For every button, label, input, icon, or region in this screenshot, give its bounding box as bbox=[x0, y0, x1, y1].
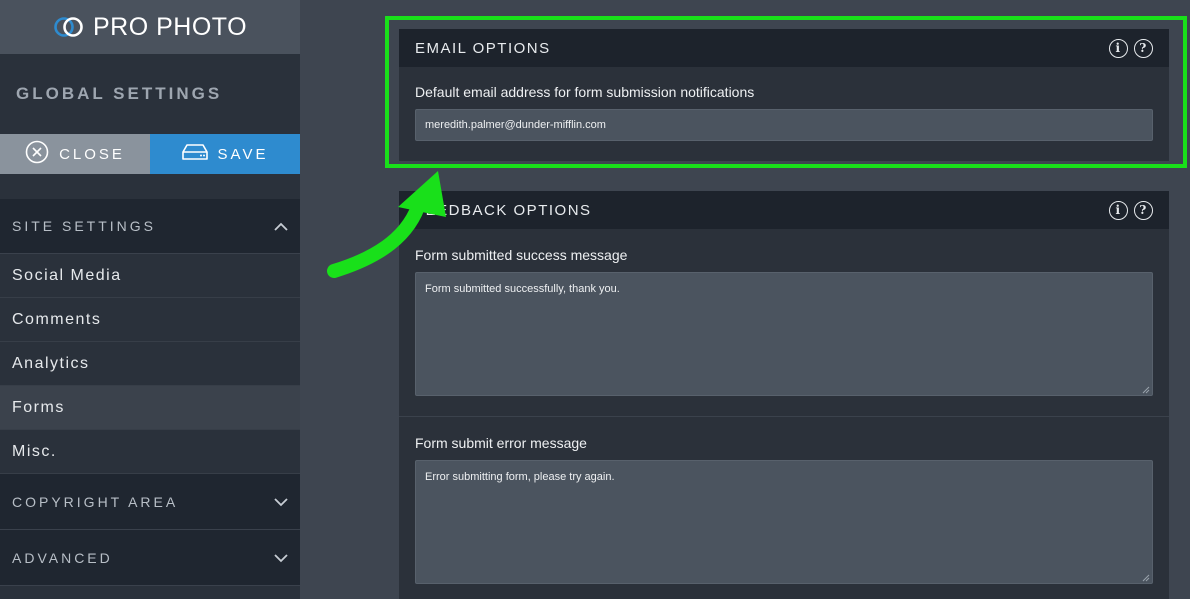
chevron-up-icon bbox=[274, 218, 288, 234]
close-label: CLOSE bbox=[59, 145, 125, 163]
close-icon bbox=[25, 140, 49, 168]
sidebar-item-analytics[interactable]: Analytics bbox=[0, 342, 300, 386]
section-copyright-area[interactable]: COPYRIGHT AREA bbox=[0, 474, 300, 530]
logo-icon bbox=[53, 15, 85, 39]
brand-name: PRO PHOTO bbox=[92, 12, 248, 41]
help-icon[interactable]: ? bbox=[1134, 200, 1153, 220]
save-label: SAVE bbox=[217, 145, 269, 163]
sidebar-item-forms[interactable]: Forms bbox=[0, 386, 300, 430]
sidebar-item-social-media[interactable]: Social Media bbox=[0, 254, 300, 298]
drive-icon bbox=[181, 143, 208, 165]
email-field-group: Default email address for form submissio… bbox=[399, 67, 1169, 141]
sidebar-item-label: Misc. bbox=[12, 442, 57, 460]
sidebar-item-comments[interactable]: Comments bbox=[0, 298, 300, 342]
panel-title: FEEDBACK OPTIONS bbox=[415, 201, 592, 219]
email-options-header: EMAIL OPTIONS i ? bbox=[399, 29, 1169, 67]
sidebar: PRO PHOTO GLOBAL SETTINGS CLOSE SAVE SIT… bbox=[0, 0, 300, 599]
help-icon[interactable]: ? bbox=[1134, 38, 1153, 58]
email-field-label: Default email address for form submissio… bbox=[415, 84, 755, 100]
error-message-text: Error submitting form, please try again. bbox=[425, 471, 615, 483]
sidebar-title: GLOBAL SETTINGS bbox=[0, 54, 300, 134]
panel-title: EMAIL OPTIONS bbox=[415, 39, 551, 57]
chevron-down-icon bbox=[274, 550, 288, 566]
sidebar-item-label: Social Media bbox=[12, 266, 122, 284]
close-button[interactable]: CLOSE bbox=[0, 134, 150, 174]
section-label: COPYRIGHT AREA bbox=[12, 493, 179, 510]
sidebar-item-label: Analytics bbox=[12, 354, 90, 372]
chevron-down-icon bbox=[274, 494, 288, 510]
section-site-settings[interactable]: SITE SETTINGS bbox=[0, 199, 300, 254]
feedback-options-header: FEEDBACK OPTIONS i ? bbox=[399, 191, 1169, 229]
email-field[interactable]: meredith.palmer@dunder-mifflin.com bbox=[415, 109, 1153, 141]
success-message-textarea[interactable]: Form submitted successfully, thank you. bbox=[415, 272, 1153, 396]
header-icons: i ? bbox=[1109, 38, 1153, 58]
save-button[interactable]: SAVE bbox=[150, 134, 300, 174]
email-options-panel: EMAIL OPTIONS i ? Default email address … bbox=[399, 29, 1169, 161]
success-field-group: Form submitted success message Form subm… bbox=[399, 229, 1169, 416]
sidebar-item-label: Forms bbox=[12, 398, 65, 416]
resize-handle-icon[interactable] bbox=[1142, 573, 1150, 582]
error-field-label: Form submit error message bbox=[415, 435, 587, 451]
info-icon[interactable]: i bbox=[1109, 200, 1128, 220]
action-row: CLOSE SAVE bbox=[0, 134, 300, 174]
section-label: SITE SETTINGS bbox=[12, 218, 157, 234]
resize-handle-icon[interactable] bbox=[1142, 385, 1150, 394]
error-field-group: Form submit error message Error submitti… bbox=[399, 417, 1169, 584]
success-message-text: Form submitted successfully, thank you. bbox=[425, 283, 620, 295]
error-message-textarea[interactable]: Error submitting form, please try again. bbox=[415, 460, 1153, 584]
info-icon[interactable]: i bbox=[1109, 38, 1128, 58]
section-advanced[interactable]: ADVANCED bbox=[0, 530, 300, 586]
sidebar-item-misc[interactable]: Misc. bbox=[0, 430, 300, 474]
spacer bbox=[0, 174, 300, 199]
logo-bar: PRO PHOTO bbox=[0, 0, 300, 54]
section-label: ADVANCED bbox=[12, 549, 113, 566]
feedback-options-panel: FEEDBACK OPTIONS i ? Form submitted succ… bbox=[399, 191, 1169, 599]
header-icons: i ? bbox=[1109, 200, 1153, 220]
success-field-label: Form submitted success message bbox=[415, 247, 628, 263]
sidebar-item-label: Comments bbox=[12, 310, 102, 328]
